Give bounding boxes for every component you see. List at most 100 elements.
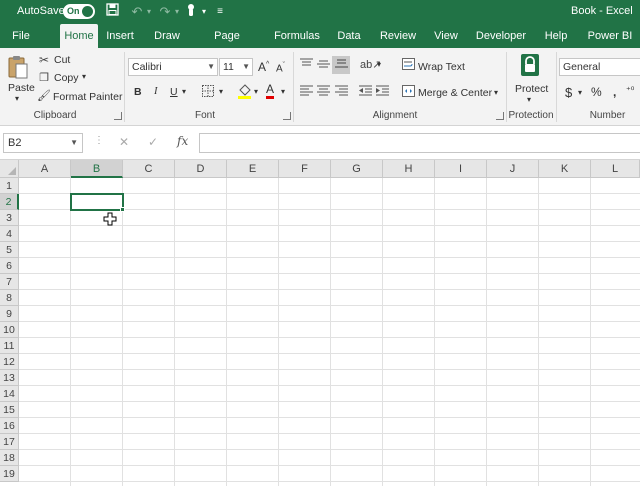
- align-left-icon[interactable]: [299, 85, 313, 101]
- row-header-11[interactable]: 11: [0, 338, 19, 354]
- protect-dropdown-icon[interactable]: ▾: [527, 95, 531, 104]
- column-header-f[interactable]: F: [279, 160, 331, 178]
- tab-view[interactable]: View: [432, 24, 460, 48]
- decimal-icon[interactable]: ⁺⁰: [626, 85, 634, 96]
- row-header-2[interactable]: 2: [0, 194, 19, 210]
- tab-insert[interactable]: Insert: [104, 24, 136, 48]
- undo-dropdown-icon[interactable]: ▾: [141, 3, 157, 21]
- italic-button[interactable]: I: [154, 86, 158, 97]
- decrease-indent-icon[interactable]: [358, 85, 372, 101]
- protect-label[interactable]: Protect: [515, 83, 548, 95]
- bottom-align-icon[interactable]: [332, 56, 350, 74]
- row-header-16[interactable]: 16: [0, 418, 19, 434]
- column-header-e[interactable]: E: [227, 160, 279, 178]
- row-header-5[interactable]: 5: [0, 242, 19, 258]
- copy-label[interactable]: Copy: [54, 72, 79, 84]
- paste-icon[interactable]: [7, 54, 29, 80]
- row-header-10[interactable]: 10: [0, 322, 19, 338]
- column-header-j[interactable]: J: [487, 160, 539, 178]
- cut-label[interactable]: Cut: [54, 54, 70, 66]
- number-format-select[interactable]: General: [559, 58, 640, 76]
- orientation-icon[interactable]: ab↗: [360, 57, 381, 73]
- tab-data[interactable]: Data: [334, 24, 364, 48]
- bold-button[interactable]: B: [134, 86, 142, 98]
- align-center-icon[interactable]: [316, 85, 330, 101]
- row-header-6[interactable]: 6: [0, 258, 19, 274]
- select-all-button[interactable]: [0, 160, 19, 178]
- increase-indent-icon[interactable]: [375, 85, 389, 101]
- tab-home[interactable]: Home: [60, 24, 98, 48]
- row-header-7[interactable]: 7: [0, 274, 19, 290]
- tab-draw[interactable]: Draw: [150, 24, 184, 48]
- borders-icon[interactable]: [201, 85, 215, 101]
- worksheet-grid[interactable]: A B C D E F G H I J K L 1 2 3 4 5 6 7 8 …: [0, 160, 640, 486]
- middle-align-icon[interactable]: [316, 58, 330, 74]
- wrap-text-label[interactable]: Wrap Text: [418, 61, 465, 73]
- enter-icon[interactable]: ✓: [148, 135, 158, 149]
- tab-power-bi[interactable]: Power BI: [586, 24, 634, 48]
- column-header-k[interactable]: K: [539, 160, 591, 178]
- cancel-icon[interactable]: ✕: [119, 135, 129, 149]
- font-color-dropdown-icon[interactable]: ▾: [281, 87, 285, 96]
- align-right-icon[interactable]: [334, 85, 348, 101]
- row-header-15[interactable]: 15: [0, 402, 19, 418]
- font-color-icon[interactable]: A: [266, 83, 275, 99]
- merge-center-label[interactable]: Merge & Center: [418, 87, 492, 99]
- column-header-c[interactable]: C: [123, 160, 175, 178]
- font-size-select[interactable]: 11 ▼: [219, 58, 253, 76]
- copy-dropdown-icon[interactable]: ▾: [82, 72, 86, 81]
- row-header-4[interactable]: 4: [0, 226, 19, 242]
- customize-qat-icon[interactable]: ≡: [212, 3, 228, 21]
- format-painter-label[interactable]: Format Painter: [53, 91, 122, 103]
- underline-dropdown-icon[interactable]: ▾: [182, 87, 186, 96]
- column-header-h[interactable]: H: [383, 160, 435, 178]
- alignment-launcher-icon[interactable]: [496, 112, 504, 120]
- borders-dropdown-icon[interactable]: ▾: [219, 87, 223, 96]
- autosave-toggle[interactable]: On: [63, 4, 95, 19]
- fill-color-icon[interactable]: [236, 84, 252, 103]
- clipboard-launcher-icon[interactable]: [114, 112, 122, 120]
- top-align-icon[interactable]: [299, 58, 313, 74]
- merge-dropdown-icon[interactable]: ▾: [494, 88, 498, 97]
- fill-color-dropdown-icon[interactable]: ▾: [254, 87, 258, 96]
- column-header-l[interactable]: L: [591, 160, 640, 178]
- row-header-3[interactable]: 3: [0, 210, 19, 226]
- tab-help[interactable]: Help: [541, 24, 571, 48]
- currency-icon[interactable]: $: [565, 85, 572, 100]
- column-header-b[interactable]: B: [71, 160, 123, 178]
- wrap-text-icon[interactable]: [401, 58, 415, 74]
- tab-review[interactable]: Review: [378, 24, 418, 48]
- fill-handle[interactable]: [120, 207, 125, 212]
- copy-icon[interactable]: ❐: [37, 70, 51, 86]
- row-header-19[interactable]: 19: [0, 466, 19, 482]
- insert-function-icon[interactable]: fx: [177, 134, 188, 148]
- tab-page-layout[interactable]: Page Layout: [198, 24, 256, 66]
- font-launcher-icon[interactable]: [283, 112, 291, 120]
- row-header-13[interactable]: 13: [0, 370, 19, 386]
- column-header-g[interactable]: G: [331, 160, 383, 178]
- tab-formulas[interactable]: Formulas: [272, 24, 322, 48]
- save-icon[interactable]: [104, 3, 120, 21]
- active-cell-b2[interactable]: [70, 193, 124, 211]
- tab-file[interactable]: File: [5, 24, 37, 48]
- paste-label[interactable]: Paste: [8, 82, 35, 94]
- shrink-font-icon[interactable]: Aˇ: [276, 62, 285, 74]
- row-header-12[interactable]: 12: [0, 354, 19, 370]
- row-header-17[interactable]: 17: [0, 434, 19, 450]
- cut-icon[interactable]: ✂: [37, 52, 51, 68]
- row-header-18[interactable]: 18: [0, 450, 19, 466]
- row-header-9[interactable]: 9: [0, 306, 19, 322]
- grow-font-icon[interactable]: A^: [258, 60, 269, 74]
- row-header-1[interactable]: 1: [0, 178, 19, 194]
- percent-icon[interactable]: %: [591, 85, 602, 99]
- font-name-select[interactable]: Calibri ▼: [128, 58, 218, 76]
- comma-style-icon[interactable]: ,: [613, 85, 616, 99]
- row-header-14[interactable]: 14: [0, 386, 19, 402]
- touch-dropdown-icon[interactable]: ▾: [196, 3, 212, 21]
- formula-input[interactable]: [199, 133, 640, 153]
- tab-developer[interactable]: Developer: [475, 24, 527, 48]
- orientation-dropdown-icon[interactable]: ▾: [377, 60, 381, 69]
- underline-button[interactable]: U: [170, 86, 178, 98]
- paste-dropdown-icon[interactable]: ▾: [15, 94, 19, 103]
- currency-dropdown-icon[interactable]: ▾: [578, 88, 582, 97]
